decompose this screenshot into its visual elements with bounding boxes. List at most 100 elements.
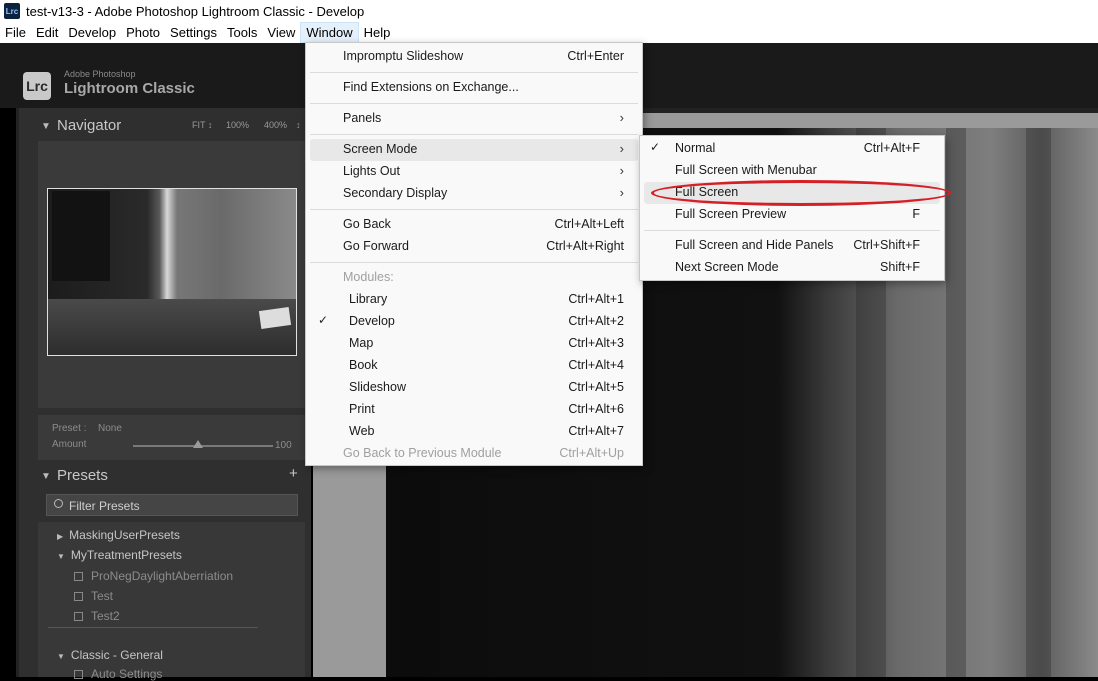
menu-item-label: Modules: bbox=[343, 270, 394, 284]
menu-item-lights-out[interactable]: Lights Out › bbox=[310, 161, 638, 183]
menu-item-label: Full Screen and Hide Panels bbox=[675, 238, 834, 252]
menu-item-impromptu-slideshow[interactable]: Impromptu Slideshow Ctrl+Enter bbox=[310, 46, 638, 68]
preset-label: Preset : bbox=[52, 423, 87, 434]
preset-item-label: Test bbox=[91, 589, 114, 603]
menu-item-panels[interactable]: Panels › bbox=[310, 108, 638, 130]
menu-separator bbox=[310, 103, 638, 104]
title-bar: Lrc test-v13-3 - Adobe Photoshop Lightro… bbox=[0, 0, 1098, 22]
menu-item-shortcut: Ctrl+Alt+2 bbox=[568, 314, 624, 328]
menu-item-go-forward[interactable]: Go Forward Ctrl+Alt+Right bbox=[310, 236, 638, 258]
menu-item-screen-mode[interactable]: Screen Mode › bbox=[310, 139, 638, 161]
menu-edit[interactable]: Edit bbox=[31, 22, 63, 43]
preset-item[interactable]: Test2 bbox=[74, 609, 120, 623]
navigator-title[interactable]: Navigator bbox=[57, 117, 121, 134]
preset-item[interactable]: Auto Settings bbox=[74, 667, 162, 681]
checkmark-icon: ✓ bbox=[650, 140, 661, 154]
filter-presets-input[interactable]: Filter Presets bbox=[46, 494, 298, 516]
preset-item-label: Auto Settings bbox=[91, 667, 163, 681]
menu-item-label: Full Screen with Menubar bbox=[675, 163, 817, 177]
submenu-item-full-screen-preview[interactable]: Full Screen Preview F bbox=[644, 204, 940, 226]
preset-folder-classic-general[interactable]: ▼ Classic - General bbox=[57, 648, 163, 662]
preset-icon bbox=[74, 572, 83, 581]
menu-item-find-extensions[interactable]: Find Extensions on Exchange... bbox=[310, 77, 638, 99]
amount-label: Amount bbox=[52, 439, 87, 450]
preset-item[interactable]: Test bbox=[74, 589, 113, 603]
menu-item-book[interactable]: Book Ctrl+Alt+4 bbox=[310, 355, 638, 377]
menu-item-go-back[interactable]: Go Back Ctrl+Alt+Left bbox=[310, 214, 638, 236]
menu-item-label: Full Screen Preview bbox=[675, 207, 787, 221]
amount-slider-knob[interactable] bbox=[193, 440, 203, 448]
menu-item-label: Panels bbox=[343, 111, 382, 125]
checkmark-icon: ✓ bbox=[318, 313, 329, 327]
menu-file[interactable]: File bbox=[0, 22, 31, 43]
menu-settings[interactable]: Settings bbox=[165, 22, 222, 43]
menu-item-shortcut: Ctrl+Shift+F bbox=[853, 238, 920, 252]
filter-presets-placeholder: Filter Presets bbox=[69, 499, 140, 513]
chevron-right-icon: › bbox=[619, 110, 624, 125]
zoom-400[interactable]: 400% bbox=[264, 120, 287, 130]
submenu-item-normal[interactable]: ✓ Normal Ctrl+Alt+F bbox=[644, 138, 940, 160]
menu-item-go-back-previous-module: Go Back to Previous Module Ctrl+Alt+Up bbox=[310, 443, 638, 465]
menu-window[interactable]: Window bbox=[300, 22, 359, 43]
menu-item-shortcut: Ctrl+Alt+3 bbox=[568, 336, 624, 350]
menu-separator bbox=[644, 230, 940, 231]
zoom-more[interactable]: ↕ bbox=[296, 120, 301, 130]
menu-tools[interactable]: Tools bbox=[222, 22, 262, 43]
submenu-item-next-screen-mode[interactable]: Next Screen Mode Shift+F bbox=[644, 257, 940, 279]
chevron-down-icon: ▼ bbox=[57, 552, 65, 561]
thumb-desk bbox=[48, 299, 296, 355]
preset-amount-box: Preset : None Amount 100 bbox=[38, 415, 305, 460]
zoom-fit[interactable]: FIT ↕ bbox=[192, 120, 212, 130]
menu-separator bbox=[310, 262, 638, 263]
menu-item-web[interactable]: Web Ctrl+Alt+7 bbox=[310, 421, 638, 443]
menu-item-label: Library bbox=[349, 292, 388, 306]
preset-item-label: Test2 bbox=[91, 609, 120, 623]
zoom-100[interactable]: 100% bbox=[226, 120, 249, 130]
preset-folder-label: MaskingUserPresets bbox=[69, 528, 180, 542]
navigator-collapse-icon[interactable]: ▼ bbox=[41, 121, 51, 132]
chevron-right-icon: › bbox=[619, 141, 624, 156]
preset-folder-maskinguserpresets[interactable]: ▶ MaskingUserPresets bbox=[57, 528, 180, 542]
navigator-thumbnail[interactable] bbox=[47, 188, 297, 356]
menu-item-label: Go Back to Previous Module bbox=[343, 446, 502, 460]
menu-item-develop[interactable]: ✓ Develop Ctrl+Alt+2 bbox=[310, 311, 638, 333]
submenu-item-full-screen-hide-panels[interactable]: Full Screen and Hide Panels Ctrl+Shift+F bbox=[644, 235, 940, 257]
submenu-item-full-screen-with-menubar[interactable]: Full Screen with Menubar bbox=[644, 160, 940, 182]
screen-mode-submenu: ✓ Normal Ctrl+Alt+F Full Screen with Menub… bbox=[639, 135, 945, 281]
brand-name: Lightroom Classic bbox=[64, 80, 195, 97]
menu-view[interactable]: View bbox=[262, 22, 300, 43]
menu-item-label: Print bbox=[349, 402, 375, 416]
preset-folder-mytreatmentpresets[interactable]: ▼ MyTreatmentPresets bbox=[57, 548, 182, 562]
menu-photo[interactable]: Photo bbox=[121, 22, 165, 43]
menu-help[interactable]: Help bbox=[359, 22, 396, 43]
curtain-fold bbox=[1026, 128, 1051, 677]
menu-item-shortcut: F bbox=[912, 207, 920, 221]
preset-folder-label: Classic - General bbox=[70, 648, 163, 662]
window-title: test-v13-3 - Adobe Photoshop Lightroom C… bbox=[26, 3, 365, 19]
menu-item-slideshow[interactable]: Slideshow Ctrl+Alt+5 bbox=[310, 377, 638, 399]
menu-item-secondary-display[interactable]: Secondary Display › bbox=[310, 183, 638, 205]
amount-slider[interactable] bbox=[133, 445, 273, 447]
menu-develop[interactable]: Develop bbox=[63, 22, 121, 43]
preset-value: None bbox=[98, 423, 122, 434]
chevron-right-icon: › bbox=[619, 185, 624, 200]
menu-item-label: Slideshow bbox=[349, 380, 406, 394]
menu-item-shortcut: Ctrl+Alt+F bbox=[863, 141, 920, 155]
chevron-down-icon: ▼ bbox=[57, 652, 65, 661]
presets-collapse-icon[interactable]: ▼ bbox=[41, 471, 51, 482]
preset-item[interactable]: ProNegDaylightAberriation bbox=[74, 569, 233, 583]
menu-item-label: Find Extensions on Exchange... bbox=[343, 80, 519, 94]
thumb-monitor bbox=[52, 191, 110, 281]
menu-item-library[interactable]: Library Ctrl+Alt+1 bbox=[310, 289, 638, 311]
menu-item-label: Next Screen Mode bbox=[675, 260, 779, 274]
menu-item-shortcut: Ctrl+Alt+4 bbox=[568, 358, 624, 372]
menu-item-print[interactable]: Print Ctrl+Alt+6 bbox=[310, 399, 638, 421]
menu-item-shortcut: Ctrl+Alt+1 bbox=[568, 292, 624, 306]
menu-item-map[interactable]: Map Ctrl+Alt+3 bbox=[310, 333, 638, 355]
menu-item-label: Screen Mode bbox=[343, 142, 418, 156]
presets-title[interactable]: Presets bbox=[57, 467, 108, 484]
window-menu: Impromptu Slideshow Ctrl+Enter Find Exten… bbox=[305, 42, 643, 466]
preset-icon bbox=[74, 612, 83, 621]
add-preset-icon[interactable]: + bbox=[289, 465, 298, 482]
menu-item-label: Impromptu Slideshow bbox=[343, 49, 464, 63]
